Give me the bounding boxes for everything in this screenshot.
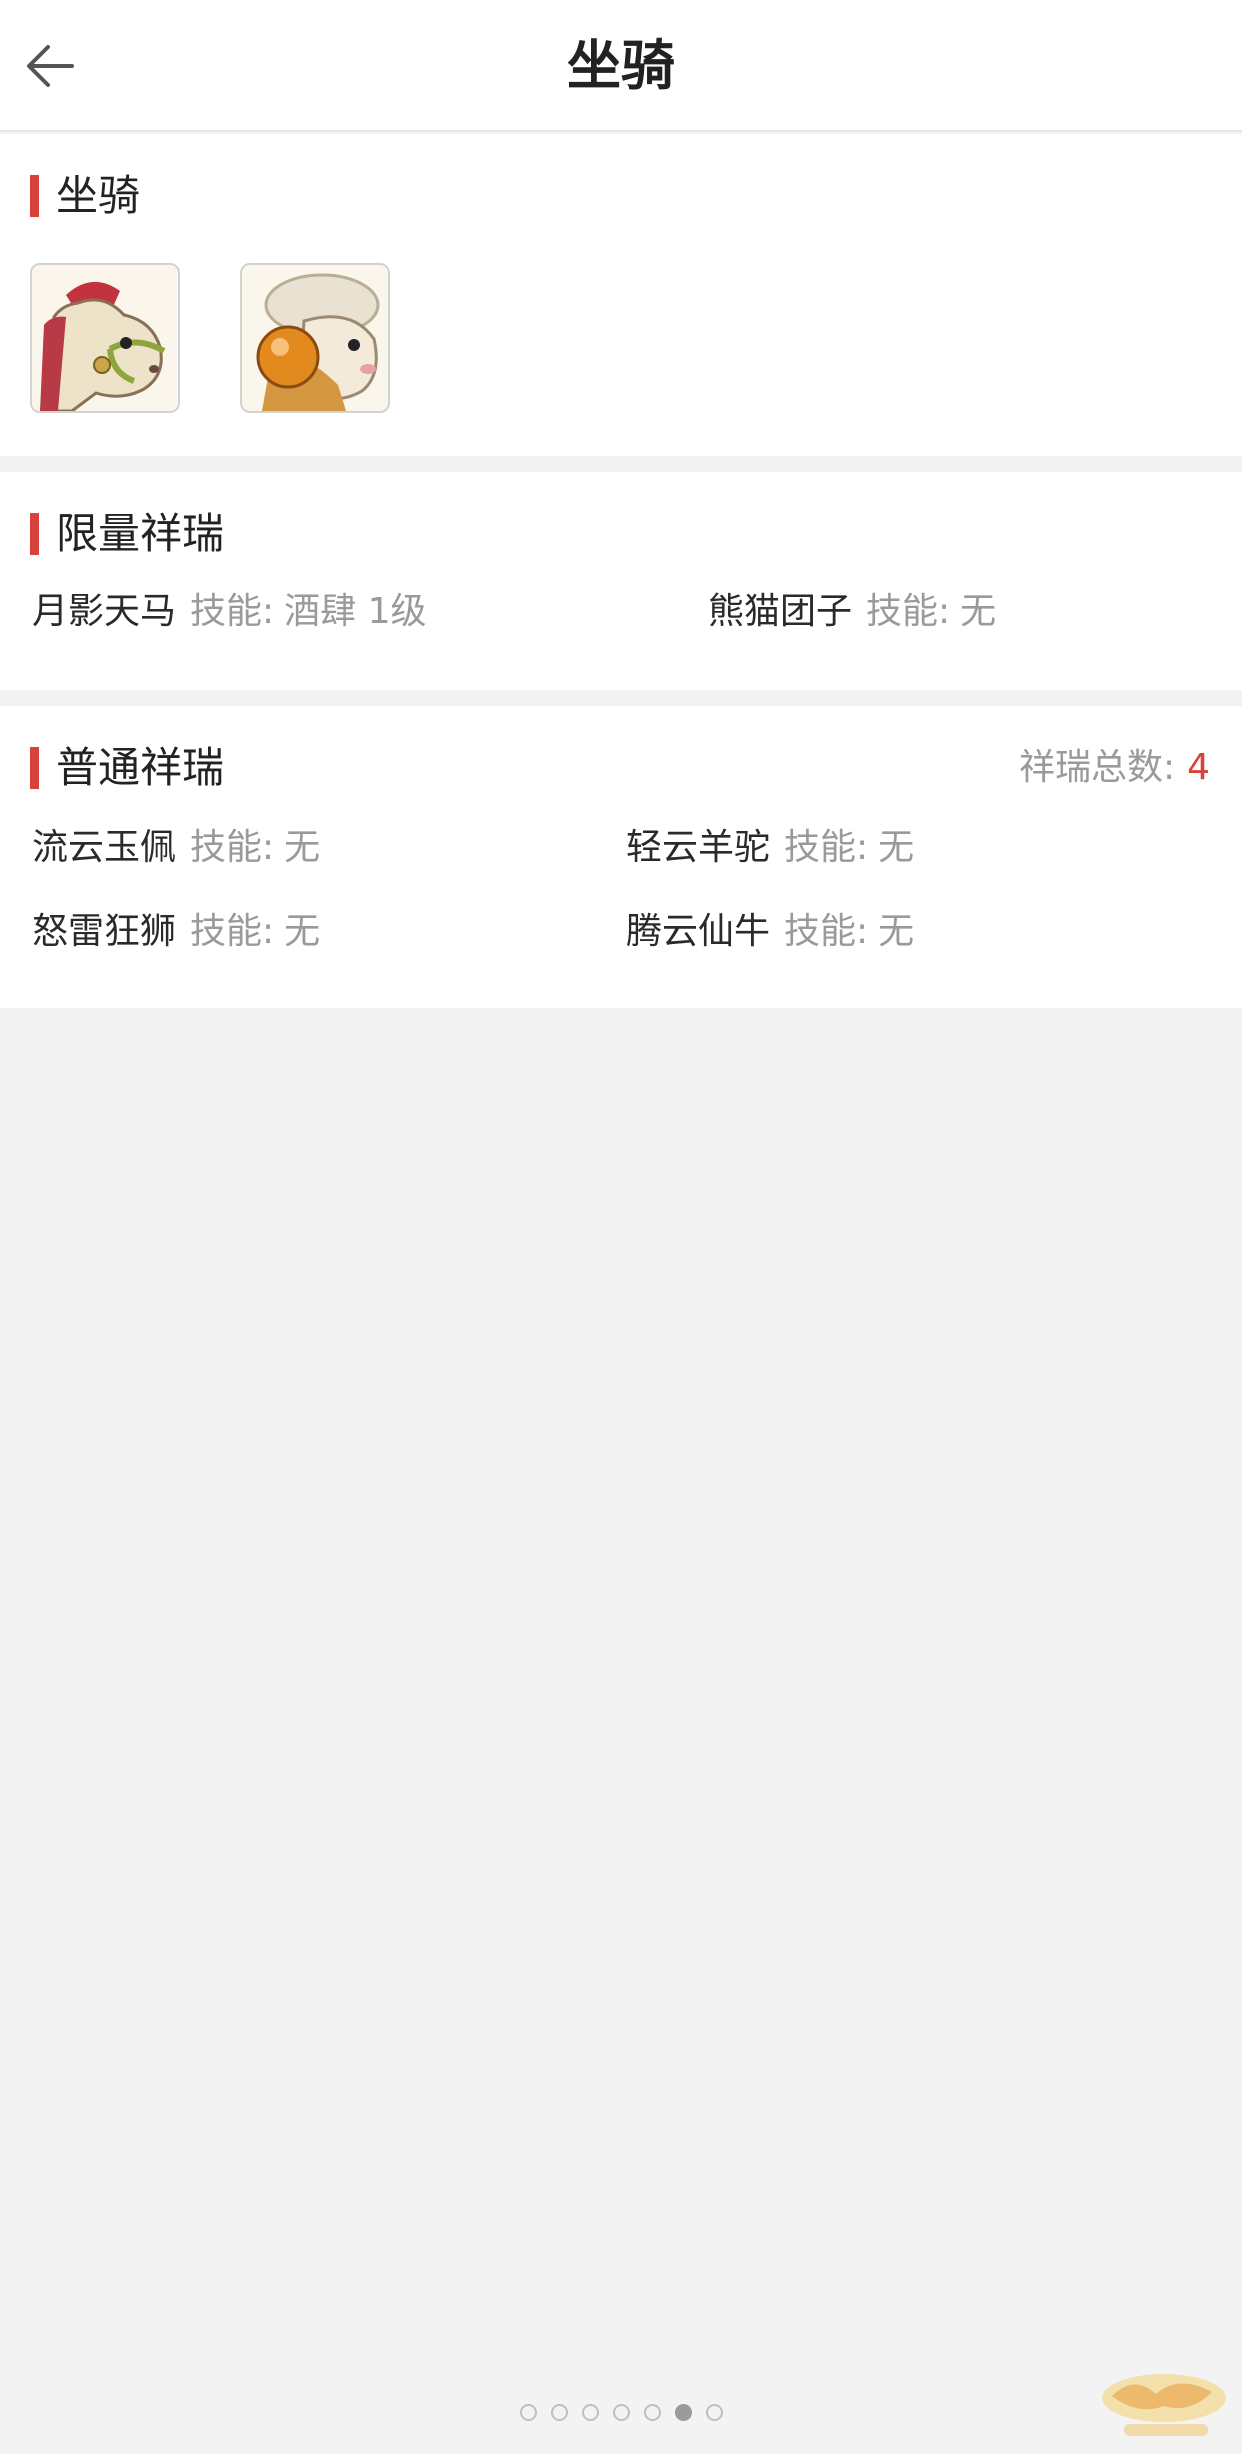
section-title: 限量祥瑞 <box>56 509 225 558</box>
skill-label: 技能: <box>784 911 869 952</box>
skill-value: 无 <box>284 827 321 868</box>
skill-label: 技能: <box>190 911 275 952</box>
limited-section-header: 限量祥瑞 <box>30 504 224 564</box>
list-item: 怒雷狂狮 技能: 无 <box>32 906 320 958</box>
mount-sheep-tile[interactable] <box>240 263 390 413</box>
page-dot[interactable] <box>674 2404 692 2421</box>
page-indicator[interactable] <box>0 2404 1242 2421</box>
mounts-section: 坐骑 <box>0 134 1242 456</box>
item-name: 熊猫团子 <box>708 591 853 632</box>
section-accent-bar <box>30 513 39 555</box>
horse-mount-icon <box>32 265 178 411</box>
total-count: 祥瑞总数: 4 <box>1019 738 1210 798</box>
page-dot[interactable] <box>643 2404 661 2421</box>
item-name: 怒雷狂狮 <box>32 911 177 952</box>
sheep-mount-icon <box>242 265 388 411</box>
top-nav-bar: 坐骑 <box>0 0 1242 132</box>
section-accent-bar <box>30 747 39 789</box>
section-accent-bar <box>30 175 39 217</box>
total-label: 祥瑞总数: <box>1018 747 1176 788</box>
list-item: 腾云仙牛 技能: 无 <box>626 906 914 958</box>
list-item: 流云玉佩 技能: 无 <box>32 822 320 874</box>
common-section: 普通祥瑞 祥瑞总数: 4 流云玉佩 技能: 无 轻云羊驼 技能: 无 怒雷狂狮 技能: 无 腾… <box>0 706 1242 1008</box>
page-dot[interactable] <box>581 2404 599 2421</box>
limited-section: 限量祥瑞 月影天马 技能: 酒肆 1级 熊猫团子 技能: 无 <box>0 472 1242 690</box>
item-name: 月影天马 <box>32 591 177 632</box>
skill-label: 技能: <box>784 827 869 868</box>
mount-horse-tile[interactable] <box>30 263 180 413</box>
skill-label: 技能: <box>190 827 275 868</box>
item-name: 流云玉佩 <box>32 827 177 868</box>
mounts-section-header: 坐骑 <box>30 166 140 226</box>
page-dot[interactable] <box>550 2404 568 2421</box>
total-value: 4 <box>1187 747 1210 788</box>
common-section-header: 普通祥瑞 <box>30 738 224 798</box>
skill-value: 无 <box>878 911 915 952</box>
skill-label: 技能: <box>866 591 951 632</box>
skill-value: 无 <box>284 911 321 952</box>
section-title: 坐骑 <box>56 171 141 220</box>
skill-value: 无 <box>878 827 915 868</box>
skill-label: 技能: <box>190 591 275 632</box>
page-title: 坐骑 <box>567 34 675 97</box>
list-item: 月影天马 技能: 酒肆 1级 <box>32 586 427 638</box>
game-logo-watermark <box>1102 2374 1226 2436</box>
page-dot[interactable] <box>705 2404 723 2421</box>
list-item: 熊猫团子 技能: 无 <box>708 586 996 638</box>
item-name: 轻云羊驼 <box>626 827 771 868</box>
skill-value: 无 <box>960 591 997 632</box>
skill-value: 酒肆 1级 <box>284 591 427 632</box>
section-title: 普通祥瑞 <box>56 743 225 792</box>
list-item: 轻云羊驼 技能: 无 <box>626 822 914 874</box>
page-dot[interactable] <box>612 2404 630 2421</box>
item-name: 腾云仙牛 <box>626 911 771 952</box>
page-dot[interactable] <box>519 2404 537 2421</box>
